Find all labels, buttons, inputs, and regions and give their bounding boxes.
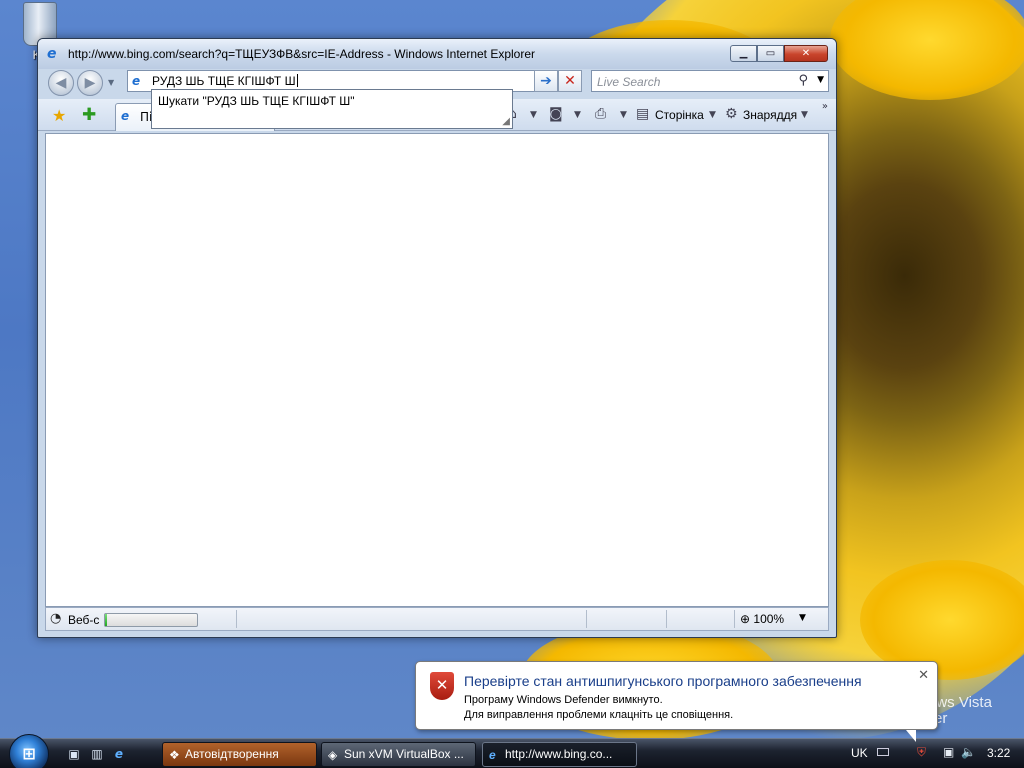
address-autocomplete-dropdown: Шукати "РУДЗ ШЬ ТЩЕ КГІШФТ Ш" ◢ [151,89,513,129]
search-icon[interactable]: ⚲ [798,73,808,88]
taskbar-item-ie[interactable]: e http://www.bing.co... [482,742,637,767]
text-caret [296,74,298,87]
maximize-button[interactable]: ▭ [757,45,784,62]
page-progress-bar [104,613,198,627]
ie-quicklaunch-icon[interactable]: e [111,746,127,762]
status-divider [734,610,735,628]
gear-icon: ⚙ [725,106,738,122]
notification-title: Перевірте стан антишпигунського програмн… [464,673,862,689]
status-divider [586,610,587,628]
tab-ie-icon: e [121,109,130,123]
print-icon[interactable]: ⎙ [595,106,606,122]
home-dropdown-icon[interactable]: ▼ [530,110,537,120]
tools-menu[interactable]: Знаряддя [743,108,797,122]
ie-icon: e [489,748,496,762]
window-title: http://www.bing.com/search?q=ТЩЕУЗФВ&src… [68,47,536,61]
page-menu-icon: ▤ [636,106,650,122]
busy-clock-icon: ◔ [50,611,62,626]
notification-close-icon[interactable]: ✕ [918,668,929,683]
history-dropdown-icon[interactable]: ▼ [108,78,114,87]
stop-button[interactable]: ✕ [558,70,582,92]
notification-line2: Для виправлення проблеми клацніть це спо… [464,709,734,721]
chevron-more-icon[interactable]: » [822,101,828,112]
clock-time[interactable]: 3:22 [987,746,1010,760]
favorites-star-icon[interactable]: ★ [52,106,66,125]
close-button[interactable]: ✕ [784,45,828,62]
autoplay-icon: ❖ [169,748,180,762]
notification-tail [906,730,916,742]
status-divider [666,610,667,628]
show-desktop-icon[interactable]: ▣ [66,746,82,762]
ie-logo-icon: e [47,46,57,62]
notification-line1: Програму Windows Defender вимкнуто. [464,694,663,706]
volume-muted-icon[interactable]: 🔈 [961,745,976,759]
status-text: Веб-с [68,613,100,627]
virtualbox-icon: ◈ [328,748,338,762]
tools-menu-dropdown-icon[interactable]: ▼ [801,110,808,120]
taskbar: ⊞ ▣ ▥ e ❖ Автовідтворення ◈ Sun xVM Virt… [0,734,1024,768]
taskbar-item-autoplay[interactable]: ❖ Автовідтворення [162,742,317,767]
defender-notification[interactable]: ✕ Перевірте стан антишпигунського програ… [415,661,938,742]
search-input[interactable]: Live Search [597,75,660,89]
status-bar: ◔ Веб-с ⊕ 100% ▼ [45,607,829,631]
page-content-area[interactable] [45,133,829,607]
print-dropdown-icon[interactable]: ▼ [620,110,627,120]
go-button[interactable]: ➔ [534,70,558,92]
page-icon: e [132,74,141,88]
window-titlebar[interactable]: e http://www.bing.com/search?q=ТЩЕУЗФВ&s… [38,39,836,69]
language-indicator[interactable]: UK [851,746,868,760]
add-favorite-icon[interactable]: ✚ [82,105,96,125]
keyboard-icon[interactable] [877,748,889,756]
switch-windows-icon[interactable]: ▥ [89,746,105,762]
system-tray: UK ⛨ ▣ 🔈 3:22 [845,739,1024,768]
search-box[interactable]: Live Search ⚲ ▼ [591,70,829,92]
zoom-level[interactable]: ⊕ 100% [740,612,784,626]
start-button[interactable]: ⊞ [9,734,49,768]
progress-fill [105,614,107,626]
taskbar-item-label: Автовідтворення [185,747,279,761]
autocomplete-search-item[interactable]: Шукати "РУДЗ ШЬ ТЩЕ КГІШФТ Ш" [158,94,355,108]
feeds-dropdown-icon[interactable]: ▼ [574,110,581,120]
taskbar-item-virtualbox[interactable]: ◈ Sun xVM VirtualBox ... [321,742,476,767]
status-divider [236,610,237,628]
search-options-dropdown-icon[interactable]: ▼ [817,75,824,85]
back-button[interactable]: ◀ [48,70,74,96]
network-icon[interactable]: ▣ [943,745,954,759]
address-input[interactable]: РУДЗ ШЬ ТЩЕ КГІШФТ Ш [152,74,296,88]
minimize-button[interactable]: ▁ [730,45,757,62]
feeds-icon[interactable]: ◙ [549,106,563,122]
resize-grip-icon[interactable]: ◢ [502,116,510,127]
defender-tray-icon[interactable]: ⛨ [917,745,926,760]
forward-button[interactable]: ▶ [77,70,103,96]
taskbar-item-label: Sun xVM VirtualBox ... [344,747,464,761]
page-menu[interactable]: Сторінка [655,108,704,122]
taskbar-item-label: http://www.bing.co... [505,747,613,761]
page-menu-dropdown-icon[interactable]: ▼ [709,110,716,120]
zoom-dropdown-icon[interactable]: ▼ [799,613,806,623]
security-shield-icon: ✕ [430,672,454,700]
